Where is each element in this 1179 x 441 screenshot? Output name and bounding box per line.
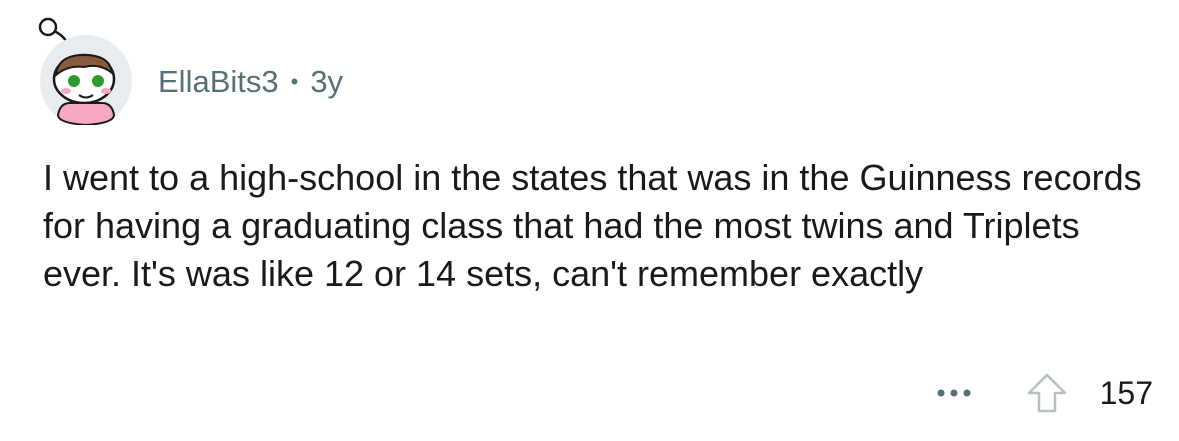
ellipsis-icon [937, 389, 971, 397]
more-options-button[interactable] [934, 373, 974, 413]
upvote-button[interactable] [1024, 370, 1070, 416]
comment-age: 3y [310, 64, 344, 99]
avatar[interactable] [34, 15, 134, 125]
vote-score: 157 [1099, 374, 1153, 411]
comment-header: EllaBits3 • 3y [34, 10, 343, 130]
meta-separator: • [290, 69, 299, 94]
comment-actions: 157 [934, 368, 1153, 418]
snoo-avatar-icon [38, 17, 132, 125]
comment: EllaBits3 • 3y I went to a high-school i… [0, 0, 1179, 441]
upvote-arrow-icon [1027, 373, 1066, 413]
username-link[interactable]: EllaBits3 [158, 64, 279, 100]
comment-meta: EllaBits3 • 3y [158, 64, 343, 100]
comment-body: I went to a high-school in the states th… [43, 157, 1142, 294]
